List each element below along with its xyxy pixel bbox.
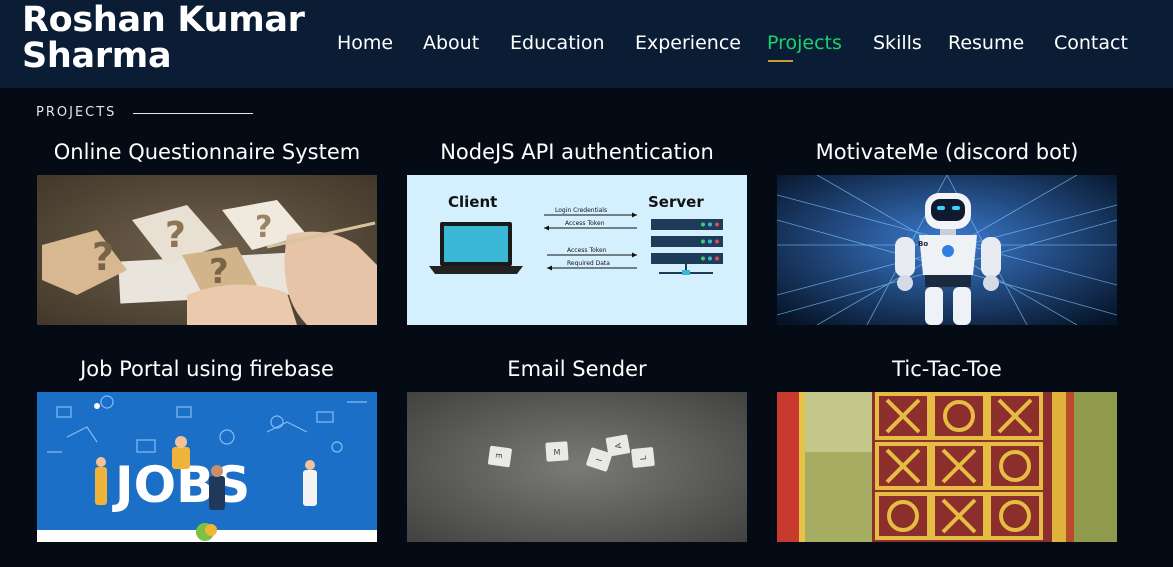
nav-contact[interactable]: Contact bbox=[1054, 31, 1128, 55]
diagram-arrow-label-3: Access Token bbox=[567, 247, 607, 254]
site-header: Roshan Kumar Sharma Home About Education… bbox=[0, 0, 1173, 88]
jobs-image: JOBS bbox=[37, 392, 377, 542]
project-title-motivateme[interactable]: MotivateMe (discord bot) bbox=[777, 138, 1117, 166]
diagram-server-label: Server bbox=[648, 193, 704, 211]
nav-skills[interactable]: Skills bbox=[873, 31, 922, 55]
main-nav: Home About Education Experience Projects… bbox=[0, 0, 1173, 88]
tic-tac-toe-image bbox=[777, 392, 1117, 542]
project-title-questionnaire[interactable]: Online Questionnaire System bbox=[37, 138, 377, 166]
project-title-nodejs[interactable]: NodeJS API authentication bbox=[407, 138, 747, 166]
section-title-line bbox=[133, 113, 253, 114]
svg-text:?: ? bbox=[92, 235, 114, 279]
question-marks-image: ? ? ? ? bbox=[37, 175, 377, 325]
tic-tac-toe-photo[interactable] bbox=[777, 392, 1117, 542]
client-server-diagram[interactable]: Client Server Login Credentials Access T… bbox=[407, 175, 747, 325]
nav-home[interactable]: Home bbox=[337, 31, 393, 55]
diagram-arrow-label-1: Login Credentials bbox=[555, 207, 607, 214]
diagram-client-label: Client bbox=[448, 193, 497, 211]
robot-badge: Bo bbox=[918, 240, 928, 248]
robot-image: Bo bbox=[777, 175, 1117, 325]
nav-experience[interactable]: Experience bbox=[635, 31, 741, 55]
nav-about[interactable]: About bbox=[423, 31, 479, 55]
project-title-jobportal[interactable]: Job Portal using firebase bbox=[37, 355, 377, 383]
email-tiles-image: E M A I L bbox=[407, 392, 747, 542]
project-title-emailsender[interactable]: Email Sender bbox=[407, 355, 747, 383]
robot-photo[interactable]: Bo bbox=[777, 175, 1117, 325]
email-tiles-photo[interactable]: E M A I L bbox=[407, 392, 747, 542]
svg-text:?: ? bbox=[165, 215, 186, 256]
nav-projects[interactable]: Projects bbox=[767, 31, 842, 55]
nav-education[interactable]: Education bbox=[510, 31, 605, 55]
project-title-tictactoe[interactable]: Tic-Tac-Toe bbox=[777, 355, 1117, 383]
jobs-illustration[interactable]: JOBS bbox=[37, 392, 377, 542]
question-marks-photo[interactable]: ? ? ? ? bbox=[37, 175, 377, 325]
client-server-image: Client Server Login Credentials Access T… bbox=[407, 175, 747, 325]
nav-resume[interactable]: Resume bbox=[948, 31, 1024, 55]
diagram-arrow-label-4: Required Data bbox=[567, 260, 610, 267]
svg-text:?: ? bbox=[255, 210, 272, 245]
section-title: PROJECTS bbox=[36, 105, 117, 120]
diagram-arrow-label-2: Access Token bbox=[565, 220, 605, 227]
email-tile-m: M bbox=[554, 448, 561, 457]
nav-active-underline bbox=[768, 60, 793, 62]
